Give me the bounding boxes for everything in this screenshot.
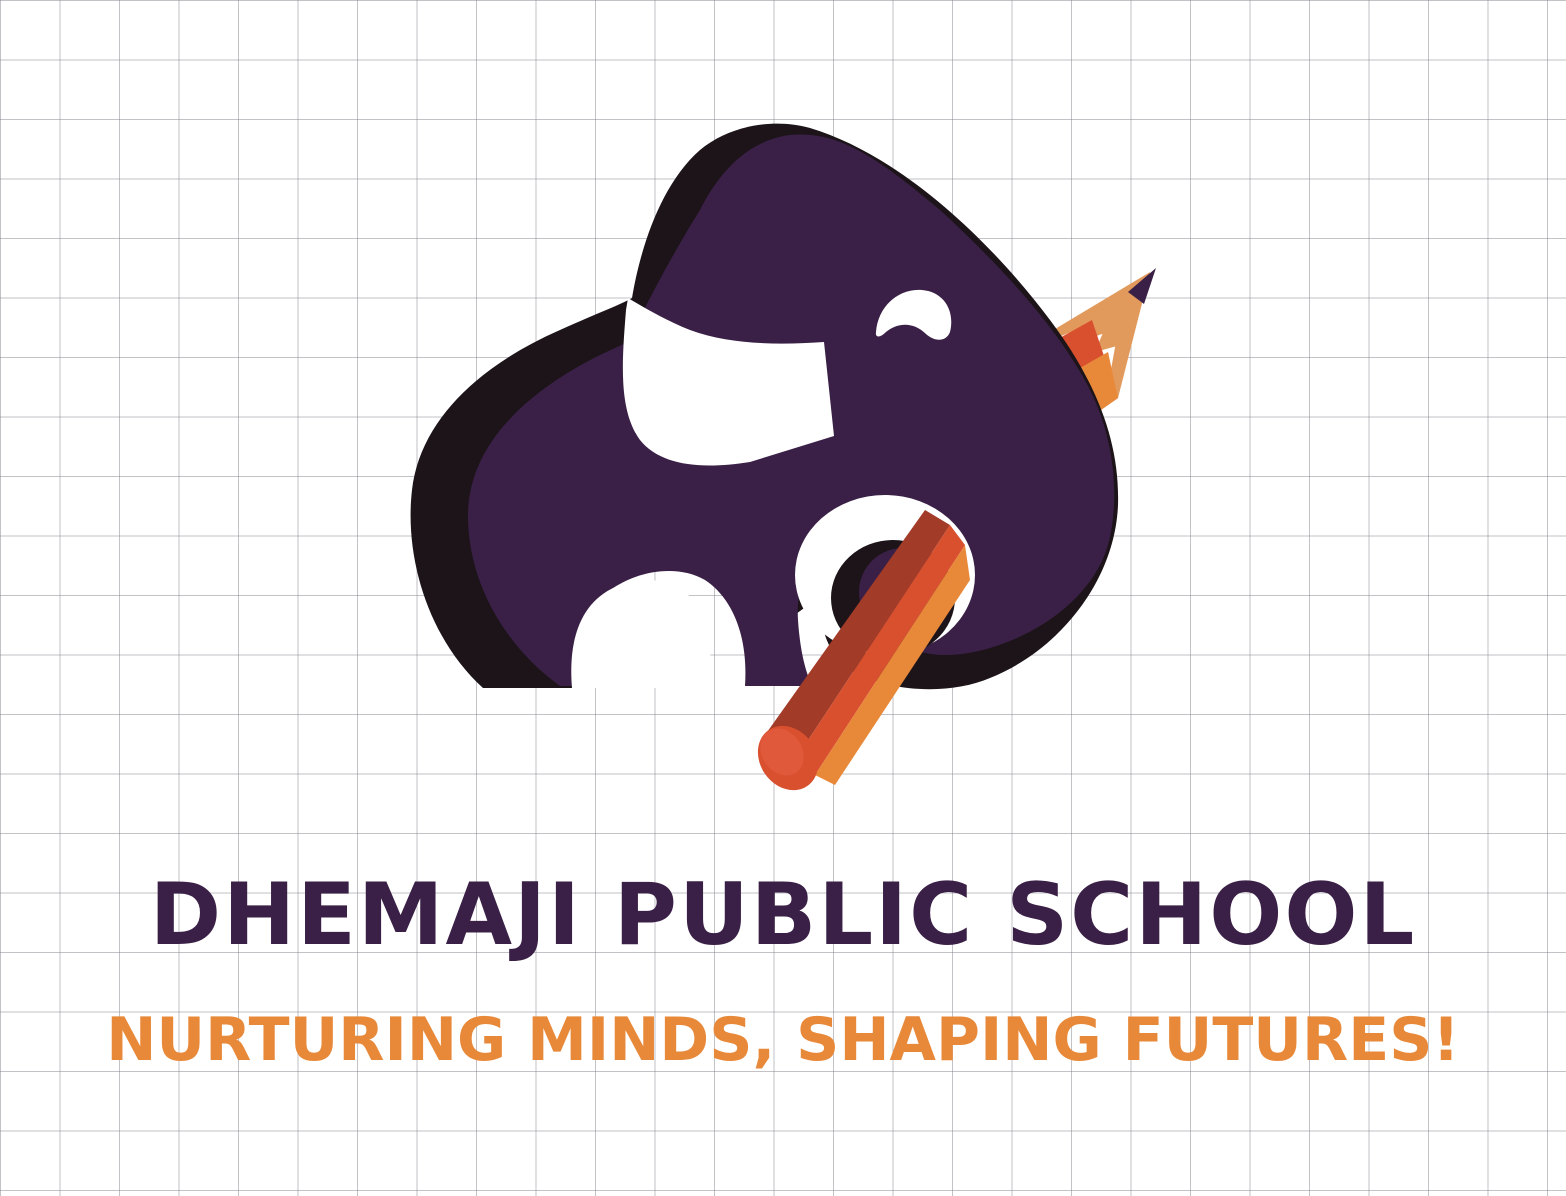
school-tagline: NURTURING MINDS, SHAPING FUTURES!	[106, 1005, 1460, 1075]
school-name: DHEMAJI PUBLIC SCHOOL	[149, 865, 1417, 965]
logo-canvas: DHEMAJI PUBLIC SCHOOL NURTURING MINDS, S…	[0, 0, 1566, 1196]
elephant-with-pencil-icon	[410, 123, 1156, 791]
